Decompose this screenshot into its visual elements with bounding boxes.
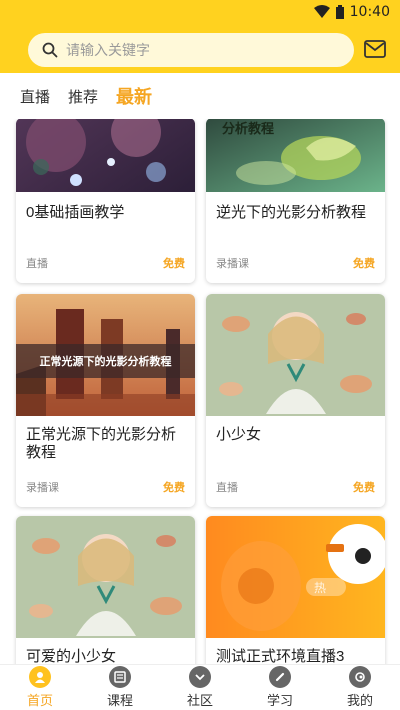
course-thumbnail <box>16 119 195 192</box>
course-price: 免费 <box>353 258 375 270</box>
nav-label: 我的 <box>346 693 373 708</box>
course-card[interactable]: 0基础插画教学 直播 免费 <box>16 119 195 283</box>
course-thumbnail <box>16 516 195 638</box>
course-card[interactable]: 小少女 直播 免费 <box>206 294 385 507</box>
mail-icon[interactable] <box>364 40 386 58</box>
course-price: 免费 <box>163 258 185 270</box>
course-title: 可爱的小少女 <box>26 648 117 664</box>
tab-latest[interactable]: 最新 <box>116 83 152 109</box>
course-title: 逆光下的光影分析教程 <box>216 204 367 221</box>
nav-label: 学习 <box>266 693 293 708</box>
thumbnail-caption: 热 <box>314 581 327 595</box>
course-thumbnail: 热 <box>206 516 385 638</box>
search-bar[interactable] <box>28 33 354 67</box>
bottom-navigation: 首页 课程 社区 学习 我的 <box>0 664 400 710</box>
nav-home[interactable]: 首页 <box>0 665 80 710</box>
course-card[interactable]: 热 测试正式环境直播3 <box>206 516 385 664</box>
nav-label: 课程 <box>106 693 133 708</box>
course-thumbnail: 分析教程 <box>206 119 385 192</box>
course-type: 录播课 <box>216 258 249 270</box>
status-bar: 10:40 <box>0 0 400 24</box>
home-icon <box>29 666 51 688</box>
nav-community[interactable]: 社区 <box>160 665 240 710</box>
search-icon <box>42 42 58 58</box>
community-icon <box>189 666 211 688</box>
course-thumbnail: 正常光源下的光影分析教程 <box>16 294 195 416</box>
category-tabs: 直播 推荐 最新 <box>0 73 400 119</box>
course-price: 免费 <box>353 482 375 494</box>
nav-study[interactable]: 学习 <box>240 665 320 710</box>
tab-recommend[interactable]: 推荐 <box>68 86 98 107</box>
pencil-icon <box>269 666 291 688</box>
course-thumbnail <box>206 294 385 416</box>
nav-label: 首页 <box>26 693 53 708</box>
status-right: 10:40 <box>313 4 390 20</box>
thumbnail-banner: 正常光源下的光影分析教程 <box>16 344 195 378</box>
app-header: 10:40 <box>0 0 400 73</box>
nav-label: 社区 <box>186 693 213 708</box>
nav-profile[interactable]: 我的 <box>320 665 400 710</box>
thumbnail-caption: 分析教程 <box>222 121 275 136</box>
course-title: 小少女 <box>216 426 262 443</box>
course-icon <box>109 666 131 688</box>
status-time: 10:40 <box>349 4 390 20</box>
course-title: 0基础插画教学 <box>26 204 125 221</box>
wifi-icon <box>313 5 330 18</box>
course-title: 测试正式环境直播3 <box>216 648 345 664</box>
course-card[interactable]: 分析教程 逆光下的光影分析教程 录播课 免费 <box>206 119 385 283</box>
battery-icon <box>335 5 344 19</box>
course-card[interactable]: 正常光源下的光影分析教程 正常光源下的光影分析教程 录播课 免费 <box>16 294 195 507</box>
profile-icon <box>349 666 371 688</box>
course-card[interactable]: 可爱的小少女 <box>16 516 195 664</box>
course-type: 直播 <box>216 482 238 494</box>
course-price: 免费 <box>163 482 185 494</box>
tab-live[interactable]: 直播 <box>20 86 50 107</box>
course-type: 直播 <box>26 258 48 270</box>
course-list[interactable]: 0基础插画教学 直播 免费 分析教程 逆光下的光影分析教程 录播课 免费 正常光… <box>0 119 400 664</box>
course-title: 正常光源下的光影分析教程 <box>26 426 177 461</box>
course-type: 录播课 <box>26 482 59 494</box>
nav-course[interactable]: 课程 <box>80 665 160 710</box>
search-input[interactable] <box>66 42 326 58</box>
